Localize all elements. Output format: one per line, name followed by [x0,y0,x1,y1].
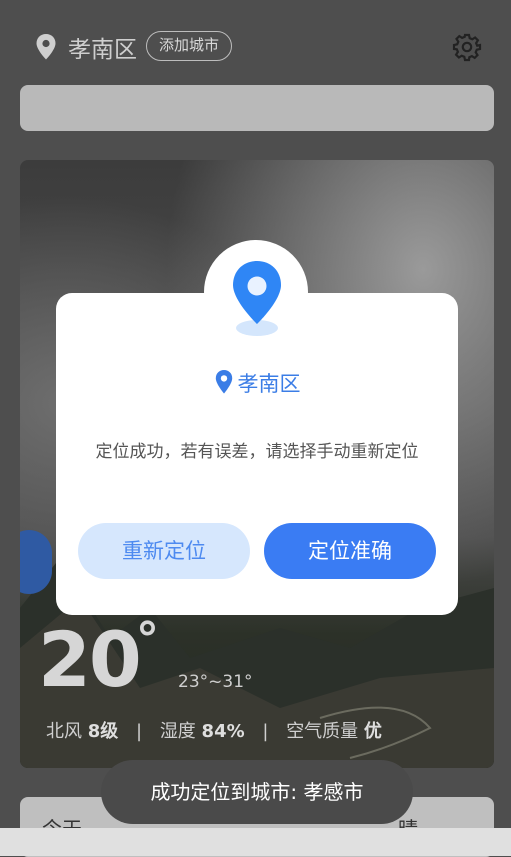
humidity-label: 湿度 [159,721,196,742]
search-bar-placeholder[interactable] [20,85,494,131]
location-pin-icon [36,34,56,60]
bottom-navigation[interactable] [0,828,511,856]
aqi-value: 优 [363,721,382,742]
divider: | [136,721,143,742]
dialog-city-row: 孝南区 [56,368,458,398]
location-accurate-button[interactable]: 定位准确 [264,523,436,579]
hidden-blue-element [20,530,52,594]
wind-value: 8级 [87,721,119,742]
dialog-message: 定位成功，若有误差，请选择手动重新定位 [95,442,419,462]
current-temperature: 20 [38,615,142,704]
divider: | [262,721,269,742]
add-city-button[interactable]: 添加城市 [146,31,233,61]
aqi-label: 空气质量 [286,721,359,742]
wind-label: 北风 [46,721,82,742]
dialog-city-name: 孝南区 [237,372,301,396]
relocate-button[interactable]: 重新定位 [78,523,250,579]
degree-symbol: ° [136,612,159,666]
settings-gear-icon[interactable] [452,32,482,62]
toast-message: 成功定位到城市: 孝感市 [101,760,413,824]
large-location-pin-icon [233,261,281,336]
weather-stats-row: 北风 8级 | 湿度 84% | 空气质量 优 [46,717,382,743]
header: 孝南区 添加城市 [0,0,511,90]
temperature-range: 23°~31° [178,672,253,692]
location-pin-icon [215,370,232,394]
current-city-name[interactable]: 孝南区 [68,30,137,64]
humidity-value: 84% [201,721,245,742]
